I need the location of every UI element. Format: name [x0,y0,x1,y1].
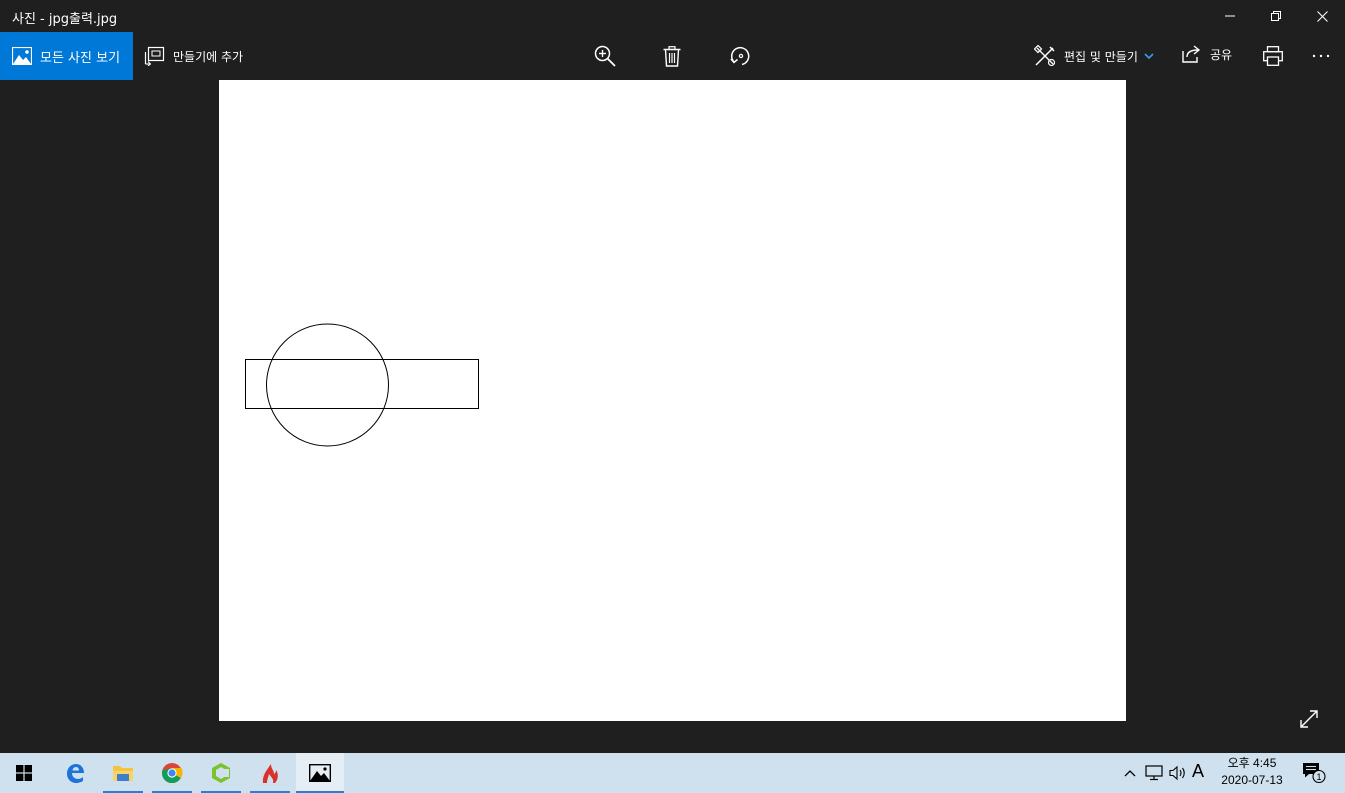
chevron-up-icon [1124,770,1136,777]
share-button[interactable]: 공유 [1182,32,1232,76]
minimize-button[interactable] [1207,0,1253,32]
taskbar-chrome[interactable] [152,753,192,793]
fullscreen-button[interactable] [1296,706,1322,732]
add-to-creation-button[interactable]: 만들기에 추가 [144,32,243,80]
all-photos-button[interactable]: 모든 사진 보기 [0,32,133,80]
edit-create-icon [1034,45,1056,67]
close-icon [1316,10,1328,22]
drawn-circle [266,323,389,447]
photo-canvas [219,80,1126,721]
windows-logo-icon [16,765,32,781]
red-app-icon [262,764,278,783]
rotate-icon [730,46,750,66]
expand-icon [1300,710,1318,728]
drawn-rectangle [245,359,479,409]
more-button[interactable] [1301,32,1341,80]
edit-create-button[interactable]: 편집 및 만들기 [1034,32,1154,80]
network-button[interactable] [1144,753,1164,793]
show-hidden-icons-button[interactable] [1120,753,1140,793]
taskbar-file-explorer[interactable] [103,753,143,793]
restore-button[interactable] [1253,0,1299,32]
zoom-button[interactable] [585,32,625,80]
title-bar: 사진 - jpg출력.jpg [0,0,1345,32]
command-bar: 모든 사진 보기 만들기에 추가 편집 및 만들기 공유 [0,32,1345,80]
window-title: 사진 - jpg출력.jpg [12,12,118,27]
restore-icon [1271,11,1281,21]
image-viewer [0,80,1345,753]
network-icon [1145,765,1163,781]
minimize-icon [1225,15,1235,17]
clock-date: 2020-07-13 [1221,773,1283,787]
taskbar-edge[interactable] [55,753,95,793]
print-button[interactable] [1253,32,1293,80]
close-button[interactable] [1299,0,1345,32]
chevron-down-icon [1144,53,1154,59]
notification-count: 1 [1316,772,1321,782]
taskbar-green-app[interactable] [201,753,241,793]
clock[interactable]: 오후 4:45 2020-07-13 [1212,755,1292,789]
clock-time: 오후 4:45 [1227,756,1277,770]
photos-icon [309,764,331,782]
edit-create-label: 편집 및 만들기 [1064,49,1138,64]
trash-icon [663,45,681,67]
green-app-icon [212,763,230,783]
more-icon [1312,54,1330,58]
edge-icon [67,764,84,783]
all-photos-label: 모든 사진 보기 [40,50,121,66]
rotate-button[interactable] [721,32,761,80]
action-center-button[interactable]: 1 [1300,753,1328,793]
delete-button[interactable] [652,32,692,80]
taskbar-red-app[interactable] [250,753,290,793]
taskbar: A 오후 4:45 2020-07-13 1 [0,753,1345,793]
add-to-creation-label: 만들기에 추가 [173,49,244,64]
share-icon [1182,45,1201,63]
add-to-creation-icon [144,46,165,66]
start-button[interactable] [4,753,44,793]
notification-icon: 1 [1303,763,1326,784]
taskbar-photos[interactable] [296,753,344,793]
volume-button[interactable] [1168,753,1188,793]
ime-indicator[interactable]: A [1192,761,1204,782]
print-icon [1263,46,1283,66]
zoom-in-icon [594,45,616,67]
share-label: 공유 [1210,47,1233,62]
chrome-icon [161,763,183,784]
folder-icon [113,766,133,781]
photo-content [245,323,479,447]
speaker-icon [1169,765,1185,781]
photo-icon [12,47,32,65]
